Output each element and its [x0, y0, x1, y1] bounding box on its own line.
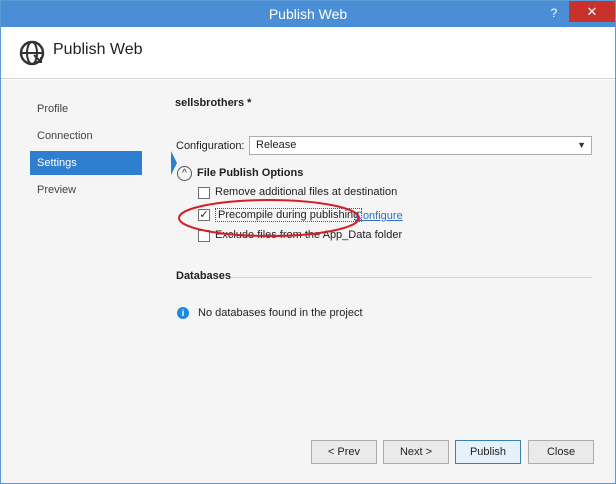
- window-close-button[interactable]: ✕: [569, 1, 615, 22]
- chevron-up-icon: ^: [182, 168, 187, 179]
- nav-item-settings[interactable]: Settings: [30, 151, 177, 175]
- publish-button[interactable]: Publish: [455, 440, 521, 464]
- highlight-ellipse: [178, 199, 360, 237]
- next-button[interactable]: Next >: [383, 440, 449, 464]
- globe-icon: [19, 40, 45, 66]
- databases-message: No databases found in the project: [198, 307, 363, 319]
- chevron-down-icon: ▼: [577, 140, 586, 150]
- close-button[interactable]: Close: [528, 440, 594, 464]
- publish-web-dialog: Publish Web ? ✕ Publish Web Profile Conn…: [0, 0, 616, 484]
- profile-name: sellsbrothers *: [175, 97, 252, 109]
- nav-item-profile[interactable]: Profile: [30, 97, 142, 121]
- dialog-body: Profile Connection Settings Preview sell…: [1, 80, 615, 483]
- dialog-header: Publish Web: [1, 27, 615, 79]
- nav-item-preview[interactable]: Preview: [30, 178, 142, 202]
- configuration-value: Release: [256, 139, 297, 151]
- databases-title: Databases: [176, 270, 232, 282]
- configure-link[interactable]: Configure: [355, 210, 403, 222]
- configuration-label: Configuration:: [176, 140, 245, 152]
- collapse-section-button[interactable]: ^: [177, 166, 192, 181]
- header-title: Publish Web: [53, 41, 143, 58]
- file-publish-options-title: File Publish Options: [197, 167, 304, 179]
- info-icon: i: [177, 307, 189, 319]
- nav-item-connection[interactable]: Connection: [30, 124, 142, 148]
- nav-item-label: Settings: [37, 157, 77, 169]
- section-divider: [231, 277, 592, 278]
- option-label: Remove additional files at destination: [215, 186, 398, 198]
- help-button[interactable]: ?: [547, 4, 561, 22]
- window-title: Publish Web: [268, 6, 348, 22]
- configuration-select[interactable]: Release ▼: [249, 136, 592, 155]
- prev-button[interactable]: < Prev: [311, 440, 377, 464]
